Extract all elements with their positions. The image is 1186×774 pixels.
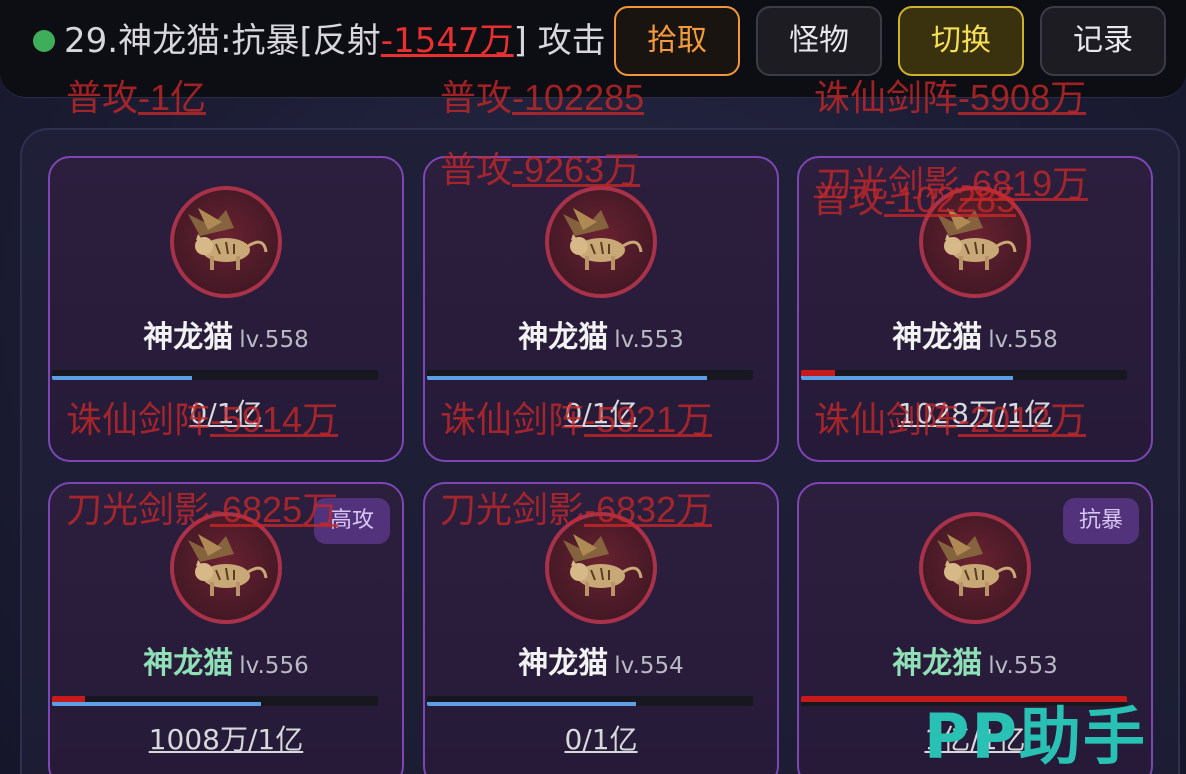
damage-float: 诛仙剑阵-5921万 (440, 399, 713, 440)
progress-fill (52, 376, 193, 380)
damage-float: 普攻-9263万 (440, 149, 641, 190)
hp-bar (52, 696, 378, 706)
log-suffix: ] 攻击 (513, 21, 606, 61)
monster-level: lv.553 (988, 653, 1058, 679)
log-prefix: 29.神龙猫:抗暴[反射 (64, 21, 381, 61)
progress-fill (427, 702, 636, 706)
monster-level: lv.556 (239, 653, 309, 679)
progress-fill (801, 376, 1013, 380)
monster-level: lv.558 (988, 327, 1058, 353)
log-damage-value: -1547万 (380, 21, 514, 61)
progress-fill (52, 702, 261, 706)
hp-bar (427, 370, 753, 380)
damage-float: 普攻-102285 (812, 179, 1017, 220)
winged-cat-icon (170, 186, 282, 298)
pickup-button[interactable]: 拾取 (614, 6, 740, 76)
monster-name: 神龙猫 (518, 646, 609, 681)
winged-cat-icon (545, 186, 657, 298)
damage-float: 诛仙剑阵-5914万 (66, 399, 339, 440)
record-button[interactable]: 记录 (1040, 6, 1166, 76)
damage-float: 普攻-102285 (440, 77, 645, 118)
online-dot-icon (33, 30, 55, 52)
hp-text: 1008万/1亿 (148, 723, 304, 756)
winged-cat-icon (919, 512, 1031, 624)
monster-level: lv.554 (614, 653, 684, 679)
battle-log-line: 29.神龙猫:抗暴[反射-1547万] 攻击 (64, 18, 624, 64)
monster-level: lv.558 (239, 327, 309, 353)
monster-name: 神龙猫 (143, 646, 234, 681)
monster-name: 神龙猫 (518, 320, 609, 355)
damage-float: 诛仙剑阵-2012万 (814, 399, 1087, 440)
monster-name: 神龙猫 (892, 320, 983, 355)
monster-level: lv.553 (614, 327, 684, 353)
monster-trait-badge: 抗暴 (1062, 498, 1139, 544)
hp-text: 0/1亿 (564, 723, 638, 756)
progress-fill (427, 376, 708, 380)
monster-name: 神龙猫 (143, 320, 234, 355)
game-screen: 29.神龙猫:抗暴[反射-1547万] 攻击 拾取 怪物 切换 记录 神龙猫 lv… (0, 0, 1186, 774)
damage-float: 诛仙剑阵-5908万 (814, 77, 1087, 118)
monster-button[interactable]: 怪物 (756, 6, 882, 76)
watermark-logo: PP助手 (924, 700, 1147, 773)
damage-float: 刀光剑影-6832万 (440, 489, 713, 530)
hp-bar (52, 370, 378, 380)
hp-bar (801, 370, 1127, 380)
damage-float: 刀光剑影-6825万 (66, 489, 339, 530)
hp-bar (427, 696, 753, 706)
monster-name: 神龙猫 (892, 646, 983, 681)
damage-float: 普攻-1亿 (66, 77, 207, 118)
switch-button[interactable]: 切换 (898, 6, 1024, 76)
